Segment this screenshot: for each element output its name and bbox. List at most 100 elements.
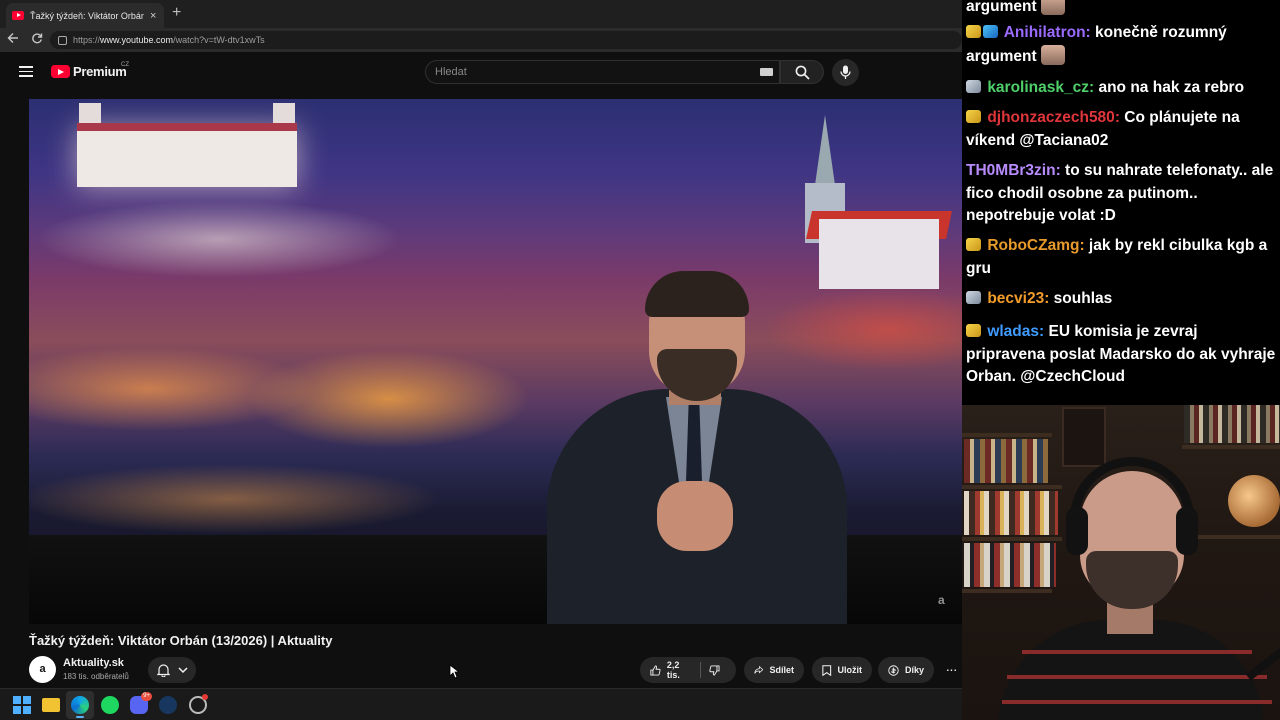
bookshelf: [962, 433, 1052, 437]
app-notification-dot: [202, 694, 208, 700]
reload-icon: [32, 33, 43, 44]
streamer-webcam: [962, 405, 1280, 720]
castle-roof: [77, 123, 297, 131]
chat-username[interactable]: Anihilatron: [1004, 24, 1086, 41]
sub-badge-icon: [966, 291, 981, 304]
edge-icon[interactable]: [71, 696, 89, 714]
chat-username[interactable]: djhonzaczech580: [987, 109, 1115, 126]
chat-message: RoboCZamg: jak by rekl cibulka kgb a gru: [966, 235, 1276, 280]
search-button[interactable]: [780, 60, 824, 84]
streamer-shirt: [998, 620, 1264, 720]
chat-username[interactable]: karolinask_cz: [987, 79, 1089, 96]
cube-badge-icon: [983, 25, 998, 38]
sub-badge-icon: [966, 238, 981, 251]
search-input[interactable]: Hledat: [425, 60, 780, 84]
books: [1184, 405, 1280, 443]
chat-message: becvi23: souhlas: [966, 288, 1276, 311]
save-button[interactable]: Uložit: [812, 657, 872, 683]
discord-notification-badge: 9+: [141, 692, 152, 701]
youtube-logo-text: Premium: [73, 64, 127, 79]
share-icon: [754, 665, 764, 674]
channel-avatar[interactable]: a: [29, 656, 56, 683]
presenter-hands: [657, 481, 733, 551]
church-building: [819, 219, 939, 289]
sub-badge-icon: [966, 110, 981, 123]
thumb-up-icon[interactable]: [650, 664, 661, 677]
chat-message: wladas: EU komisia je zevraj pripravena …: [966, 321, 1276, 389]
shirt-stripe: [1002, 700, 1272, 704]
castle-scenery: [77, 127, 297, 187]
headphone-cup: [1066, 507, 1088, 555]
chat-username[interactable]: wladas: [987, 323, 1039, 340]
thanks-label: Díky: [904, 665, 924, 675]
sub-badge-icon: [966, 25, 981, 38]
chat-separator: :: [1085, 24, 1096, 41]
chat-separator: :: [1044, 290, 1054, 307]
stream-chat-panel: argument Anihilatron: konečně rozumný ar…: [962, 0, 1280, 405]
keyboard-icon[interactable]: [760, 68, 773, 76]
books: [964, 543, 1056, 587]
notification-bell-button[interactable]: [148, 657, 196, 683]
bookshelf: [1182, 445, 1280, 449]
arrow-left-icon: [7, 33, 18, 43]
chat-separator: :: [1114, 109, 1125, 126]
channel-name[interactable]: Aktuality.sk: [63, 657, 124, 669]
chat-username[interactable]: TH0MBr3zin: [966, 162, 1056, 179]
chat-text: souhlas: [1053, 290, 1113, 307]
sub-badge-icon: [966, 324, 981, 337]
thumb-down-icon[interactable]: [709, 664, 720, 677]
spotify-icon[interactable]: [101, 696, 119, 714]
chat-username[interactable]: RoboCZamg: [987, 237, 1079, 254]
steam-icon[interactable]: [159, 696, 177, 714]
folder-icon[interactable]: [42, 698, 60, 712]
tab-title: Ťažký týždeň: Viktátor Orbán (13/2026) |…: [30, 10, 145, 21]
chat-separator: :: [1079, 237, 1089, 254]
bell-icon: [157, 664, 170, 677]
url-text: https://www.youtube.com/watch?v=tW-dtv1x…: [73, 35, 265, 45]
chat-separator: :: [1055, 162, 1066, 179]
hamburger-icon[interactable]: [19, 66, 33, 78]
tab-close-icon[interactable]: ×: [148, 10, 158, 22]
country-code: CZ: [121, 62, 129, 68]
youtube-header: Premium CZ Hledat: [0, 52, 962, 92]
mic-icon: [840, 65, 851, 79]
presenter-hair: [645, 271, 749, 317]
chat-message: TH0MBr3zin: to su nahrate telefonaty.. a…: [966, 160, 1276, 228]
voice-search-button[interactable]: [832, 59, 859, 86]
new-tab-button[interactable]: +: [172, 4, 181, 22]
headphone-cup: [1176, 507, 1198, 555]
address-bar[interactable]: https://www.youtube.com/watch?v=tW-dtv1x…: [50, 31, 962, 49]
youtube-logo[interactable]: Premium: [51, 64, 127, 79]
emote-icon: [1040, 0, 1065, 15]
thanks-button[interactable]: Díky: [878, 657, 934, 683]
chat-message: karolinask_cz: ano na hak za rebro: [966, 77, 1276, 100]
chat-message: argument: [966, 0, 1276, 19]
site-info-icon[interactable]: [58, 35, 67, 45]
share-button[interactable]: Sdílet: [744, 657, 804, 683]
bookshelf: [962, 589, 1052, 593]
thanks-icon: [888, 664, 899, 676]
chat-message: djhonzaczech580: Co plánujete na víkend …: [966, 107, 1276, 152]
video-title: Ťažký týždeň: Viktátor Orbán (13/2026) |…: [29, 633, 333, 648]
more-icon[interactable]: ···: [940, 657, 962, 683]
share-label: Sdílet: [769, 665, 794, 675]
books: [964, 439, 1048, 483]
windows-icon[interactable]: [13, 696, 31, 714]
like-dislike-group: 2,2 tis.: [640, 657, 736, 683]
chat-username[interactable]: becvi23: [987, 290, 1044, 307]
sub-badge-icon: [966, 80, 981, 93]
search-icon: [795, 65, 810, 80]
wall-picture: [1062, 407, 1106, 467]
url-path: /watch?v=tW-dtv1xwTs: [173, 35, 265, 45]
youtube-favicon-icon: [12, 11, 24, 20]
mouse-cursor-icon: [449, 664, 459, 679]
bookshelf: [962, 485, 1062, 489]
like-count[interactable]: 2,2 tis.: [667, 660, 690, 680]
reload-button[interactable]: [28, 31, 46, 49]
video-player[interactable]: a: [29, 99, 962, 624]
back-button[interactable]: [4, 31, 22, 49]
shirt-stripe: [1007, 675, 1267, 679]
books: [964, 491, 1058, 535]
tab-youtube[interactable]: Ťažký týždeň: Viktátor Orbán (13/2026) |…: [6, 3, 164, 28]
emote-icon: [1040, 44, 1065, 65]
